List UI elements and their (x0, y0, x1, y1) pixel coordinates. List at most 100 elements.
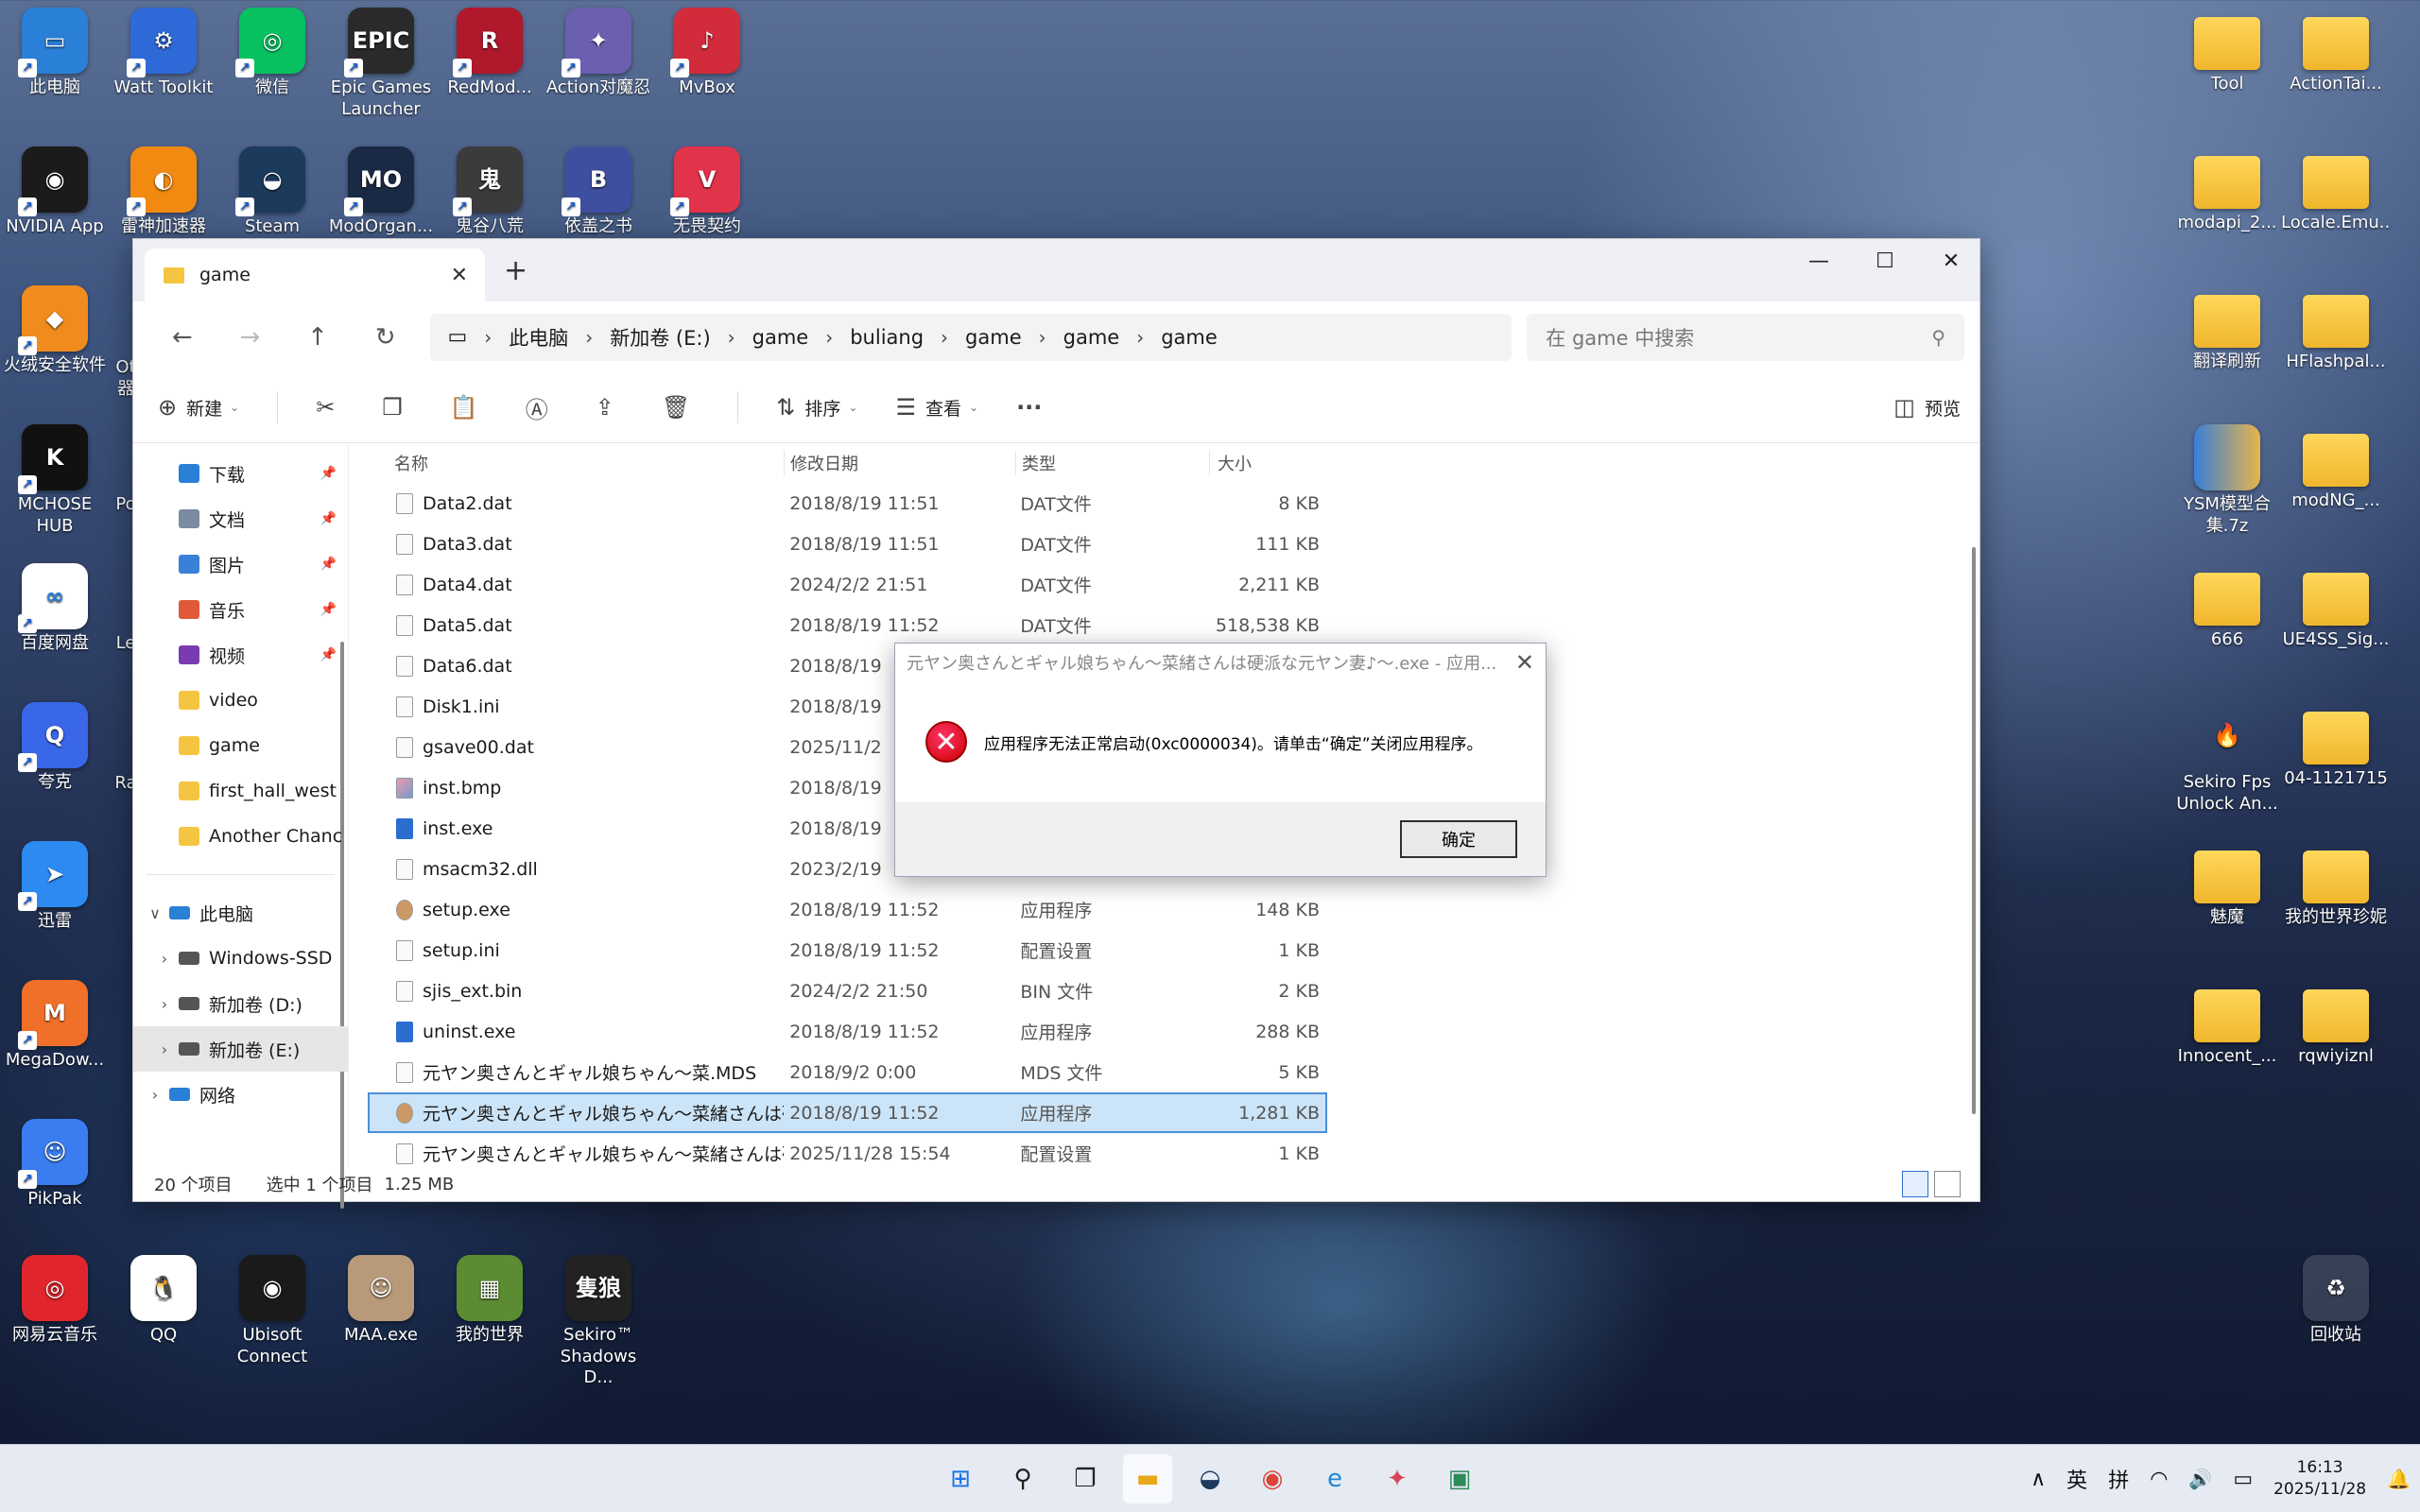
file-row[interactable]: Data2.dat 2018/8/19 11:51 DAT文件 8 KB (368, 483, 1327, 524)
file-row[interactable]: uninst.exe 2018/8/19 11:52 应用程序 288 KB (368, 1011, 1327, 1052)
file-list-scrollbar[interactable] (1972, 547, 1976, 1114)
sidebar-item-[interactable]: 音乐 📌 (133, 587, 348, 632)
dialog-close-icon[interactable]: ✕ (1515, 649, 1534, 676)
desktop-icon-sekiro[interactable]: 隻狼 Sekiro™ Shadows D... (544, 1255, 653, 1389)
ime-indicator[interactable]: 拼 (2108, 1464, 2129, 1494)
desktop-icon-xunlei[interactable]: ➤ ↗ 迅雷 (0, 841, 110, 933)
up-button[interactable]: ↑ (284, 323, 352, 352)
clock[interactable]: 16:13 2025/11/28 (2273, 1457, 2366, 1501)
desktop-icon-folder[interactable]: 我的世界珍妮 (2281, 841, 2391, 929)
sidebar-item-[interactable]: 图片 📌 (133, 541, 348, 587)
desktop-icon-nvidia[interactable]: ◉ ↗ NVIDIA App (0, 146, 110, 238)
view-button[interactable]: ☰ 查看 ⌄ (895, 394, 978, 421)
app-window-icon[interactable]: ▣ (1435, 1454, 1484, 1503)
column-modified[interactable]: 修改日期 (784, 451, 1015, 475)
column-size[interactable]: 大小 (1209, 451, 1327, 475)
desktop-icon-computer[interactable]: ▭ ↗ 此电脑 (0, 8, 110, 99)
file-row[interactable]: setup.exe 2018/8/19 11:52 应用程序 148 KB (368, 889, 1327, 930)
sidebar-item-[interactable]: 文档 📌 (133, 496, 348, 541)
tree-item[interactable]: › Windows-SSD (133, 936, 348, 981)
desktop-icon-folder[interactable]: 翻译刷新 (2172, 285, 2282, 373)
cut-button[interactable]: ✂ (316, 394, 344, 421)
search-input[interactable]: 在 game 中搜索 ⚲ (1527, 313, 1964, 361)
volume-icon[interactable]: 🔊 (2188, 1468, 2212, 1490)
desktop-icon-folder[interactable]: 魅魔 (2172, 841, 2282, 929)
breadcrumb-item[interactable]: 新加卷 (E:) (610, 323, 710, 352)
chevron-icon[interactable]: › (150, 995, 179, 1013)
desktop-icon-archive[interactable]: YSM模型合集.7z (2172, 424, 2282, 537)
chevron-icon[interactable]: › (150, 950, 179, 968)
preview-pane-button[interactable]: ◫ 预览 (1893, 394, 1961, 421)
desktop-icon-folder[interactable]: Tool (2172, 8, 2282, 95)
close-window-button[interactable]: ✕ (1918, 239, 1984, 283)
desktop-icon-qq[interactable]: 🐧 QQ (109, 1255, 218, 1347)
desktop-icon-baidu-netdisk[interactable]: ∞ ↗ 百度网盘 (0, 563, 110, 655)
sidebar-item-video[interactable]: video (133, 678, 348, 723)
show-hidden-icons-button[interactable]: ∧ (2031, 1468, 2046, 1491)
desktop-icon-pikpak[interactable]: ☺ ↗ PikPak (0, 1119, 110, 1211)
new-button[interactable]: ⊕ 新建 ⌄ (158, 394, 239, 421)
column-name[interactable]: 名称 (368, 451, 784, 475)
file-row[interactable]: Data5.dat 2018/8/19 11:52 DAT文件 518,538 KB (368, 605, 1327, 645)
desktop-icon-folder[interactable]: ActionTai... (2281, 8, 2391, 95)
app-red-icon[interactable]: ✦ (1373, 1454, 1422, 1503)
chrome-icon[interactable]: ◉ (1248, 1454, 1297, 1503)
tree-item[interactable]: › 新加卷 (E:) (133, 1026, 348, 1072)
rename-button[interactable]: Ⓐ (526, 391, 558, 424)
desktop-icon-ubisoft[interactable]: ◉ Ubisoft Connect (217, 1255, 327, 1367)
breadcrumb-item[interactable]: game (965, 326, 1022, 349)
edge-icon[interactable]: e (1310, 1454, 1359, 1503)
desktop-icon-recycle-bin[interactable]: ♻ 回收站 (2281, 1255, 2391, 1347)
paste-button[interactable]: 📋 (450, 394, 488, 421)
sidebar-item-[interactable]: 下载 📌 (133, 451, 348, 496)
ok-button[interactable]: 确定 (1400, 820, 1517, 858)
forward-button[interactable]: → (216, 323, 285, 352)
desktop-icon-epic-games[interactable]: EPIC ↗ Epic Games Launcher (326, 8, 436, 120)
tree-item[interactable]: › 网络 (133, 1072, 348, 1117)
sidebar-item-first-hall-west[interactable]: first_hall_west (133, 768, 348, 814)
desktop-icon-mod-organizer[interactable]: MO ↗ ModOrgan... (326, 146, 436, 238)
tree-item[interactable]: ∨ 此电脑 (133, 890, 348, 936)
desktop-icon-sekiro-fps[interactable]: 🔥 Sekiro Fps Unlock An... (2172, 702, 2282, 815)
desktop-icon-valorant[interactable]: V ↗ 无畏契约 (652, 146, 762, 238)
desktop-icon-netease-music[interactable]: ◎ 网易云音乐 (0, 1255, 110, 1347)
sort-button[interactable]: ⇅ 排序 ⌄ (776, 394, 857, 421)
desktop-icon-leishen[interactable]: ◐ ↗ 雷神加速器 (109, 146, 218, 238)
maximize-button[interactable]: ☐ (1852, 239, 1918, 283)
file-row[interactable]: setup.ini 2018/8/19 11:52 配置设置 1 KB (368, 930, 1327, 971)
desktop-icon-folder[interactable]: modNG_... (2281, 424, 2391, 512)
desktop-icon-wechat[interactable]: ◎ ↗ 微信 (217, 8, 327, 99)
file-row[interactable]: 元ヤン奥さんとギャル娘ちゃん～菜.MDS 2018/9/2 0:00 MDS 文件 5… (368, 1052, 1327, 1092)
desktop-icon-watt-toolkit[interactable]: ⚙ ↗ Watt Toolkit (109, 8, 218, 99)
desktop-icon-folder[interactable]: UE4SS_Sig... (2281, 563, 2391, 651)
back-button[interactable]: ← (148, 323, 216, 352)
file-row[interactable]: Data4.dat 2024/2/2 21:51 DAT文件 2,211 KB (368, 564, 1327, 605)
chevron-icon[interactable]: › (141, 1086, 169, 1104)
tab-game[interactable]: game ✕ (145, 249, 485, 301)
file-row[interactable]: sjis_ext.bin 2024/2/2 21:50 BIN 文件 2 KB (368, 971, 1327, 1011)
new-tab-button[interactable]: + (504, 254, 527, 287)
share-button[interactable]: ⇪ (596, 394, 624, 421)
minimize-button[interactable]: — (1786, 239, 1852, 283)
refresh-button[interactable]: ↻ (352, 323, 420, 352)
address-bar[interactable]: ▭ › 此电脑 › 新加卷 (E:) › game › buliang › game › game ›… (430, 313, 1512, 361)
desktop-icon-quark[interactable]: Q ↗ 夸克 (0, 702, 110, 794)
close-tab-icon[interactable]: ✕ (451, 264, 468, 287)
steam-icon[interactable]: ◒ (1185, 1454, 1235, 1503)
breadcrumb-item[interactable]: game (752, 326, 809, 349)
desktop-icon-folder[interactable]: modapi_2... (2172, 146, 2282, 234)
desktop-icon-yigai[interactable]: B ↗ 依盖之书 (544, 146, 653, 238)
task-view-icon[interactable]: ❐ (1061, 1454, 1110, 1503)
breadcrumb-item[interactable]: 此电脑 (509, 323, 568, 352)
start-icon[interactable]: ⊞ (936, 1454, 985, 1503)
desktop-icon-folder[interactable]: Innocent_... (2172, 980, 2282, 1068)
file-explorer-icon[interactable]: ▬ (1123, 1454, 1172, 1503)
desktop-icon-huorong[interactable]: ◆ ↗ 火绒安全软件 (0, 285, 110, 377)
tiles-view-button[interactable] (1934, 1171, 1961, 1197)
desktop-icon-folder[interactable]: Locale.Emu... (2281, 146, 2391, 234)
desktop-icon-megadownloader[interactable]: M ↗ MegaDow... (0, 980, 110, 1072)
desktop-icon-folder[interactable]: HFlashpal... (2281, 285, 2391, 373)
desktop-icon-maa[interactable]: ☺ MAA.exe (326, 1255, 436, 1347)
breadcrumb-item[interactable]: game (1161, 326, 1218, 349)
wifi-icon[interactable]: ◠ (2150, 1468, 2168, 1491)
